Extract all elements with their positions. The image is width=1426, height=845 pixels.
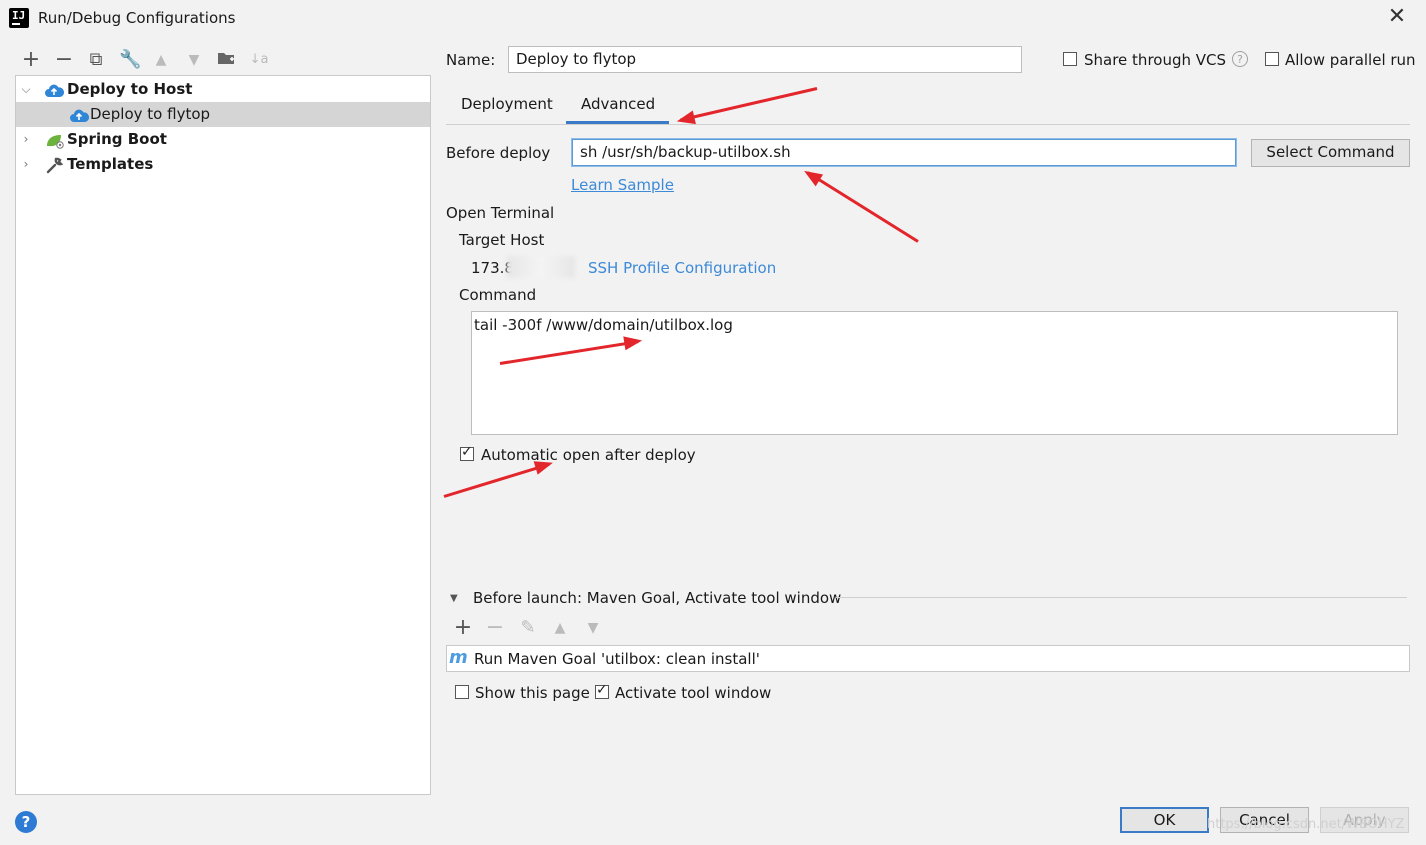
remove-icon[interactable]: − xyxy=(54,49,74,71)
remove-task-icon[interactable]: − xyxy=(485,617,505,639)
edit-task-icon[interactable]: ✎ xyxy=(518,618,538,638)
learn-sample-link[interactable]: Learn Sample xyxy=(571,176,674,194)
tab-deployment[interactable]: Deployment xyxy=(461,95,553,113)
tree-item-spring-boot[interactable]: › Spring Boot xyxy=(16,127,430,152)
tree-item-label: Deploy to flytop xyxy=(90,105,211,123)
list-item[interactable]: m Run Maven Goal 'utilbox: clean install… xyxy=(449,645,1413,672)
watermark: https://blog.csdn.net/WBOHYZ xyxy=(1207,817,1405,832)
maven-icon: m xyxy=(449,647,468,668)
copy-icon[interactable]: ⧉ xyxy=(86,50,106,70)
window-title: Run/Debug Configurations xyxy=(38,9,236,27)
wrench-icon[interactable]: 🔧 xyxy=(119,50,141,70)
move-task-down-icon[interactable]: ▼ xyxy=(583,618,603,638)
activate-tool-window-label[interactable]: Activate tool window xyxy=(615,684,771,702)
auto-open-checkbox[interactable] xyxy=(460,444,474,461)
allow-parallel-label[interactable]: Allow parallel run xyxy=(1285,51,1416,69)
show-page-label[interactable]: Show this page xyxy=(475,684,590,702)
annotation-arrow xyxy=(806,171,919,243)
wrench-icon xyxy=(46,156,64,182)
share-vcs-checkbox[interactable] xyxy=(1063,52,1077,66)
target-host-label: Target Host xyxy=(459,231,545,249)
share-vcs-label[interactable]: Share through VCS xyxy=(1084,51,1226,69)
folder-add-icon[interactable] xyxy=(216,50,236,70)
add-icon[interactable]: + xyxy=(21,49,41,71)
name-label: Name: xyxy=(446,51,496,69)
move-up-icon[interactable]: ▲ xyxy=(151,50,171,70)
intellij-app-icon: IJ xyxy=(7,6,31,30)
ssh-profile-link[interactable]: SSH Profile Configuration xyxy=(588,259,776,277)
help-icon[interactable]: ? xyxy=(15,811,37,833)
tree-item-label: Templates xyxy=(67,155,154,173)
redacted-host-mask xyxy=(507,256,575,278)
maven-task-label: Run Maven Goal 'utilbox: clean install' xyxy=(474,650,760,668)
command-label: Command xyxy=(459,286,537,304)
configuration-tree[interactable]: ⌵ Deploy to Host Deploy to flytop › Spri… xyxy=(15,75,431,795)
name-input[interactable]: Deploy to flytop xyxy=(508,46,1022,73)
select-command-button[interactable]: Select Command xyxy=(1251,139,1410,167)
auto-open-label[interactable]: Automatic open after deploy xyxy=(481,446,696,464)
annotation-arrow xyxy=(680,87,818,122)
close-icon[interactable]: ✕ xyxy=(1386,6,1408,28)
tree-item-label: Spring Boot xyxy=(67,130,167,148)
move-task-up-icon[interactable]: ▲ xyxy=(550,618,570,638)
before-deploy-input[interactable]: sh /usr/sh/backup-utilbox.sh xyxy=(572,139,1236,166)
add-task-icon[interactable]: + xyxy=(453,617,473,639)
sort-icon[interactable]: ↓a xyxy=(249,50,269,70)
chevron-right-icon[interactable]: › xyxy=(20,127,32,152)
before-launch-divider xyxy=(836,597,1407,598)
activate-tool-window-checkbox[interactable] xyxy=(595,682,609,699)
show-page-checkbox[interactable] xyxy=(455,685,469,699)
help-question-icon[interactable]: ? xyxy=(1232,51,1248,67)
allow-parallel-checkbox[interactable] xyxy=(1265,52,1279,66)
tab-divider xyxy=(446,124,1410,125)
move-down-icon[interactable]: ▼ xyxy=(184,50,204,70)
tree-item-templates[interactable]: › Templates xyxy=(16,152,430,177)
ok-button[interactable]: OK xyxy=(1120,807,1209,833)
chevron-down-icon[interactable]: ⌵ xyxy=(20,77,32,102)
annotation-arrow xyxy=(443,462,550,498)
before-deploy-label: Before deploy xyxy=(446,144,551,162)
before-launch-header[interactable]: Before launch: Maven Goal, Activate tool… xyxy=(473,589,841,607)
collapse-triangle-icon[interactable]: ▼ xyxy=(450,593,458,604)
tree-item-deploy-to-host[interactable]: ⌵ Deploy to Host xyxy=(16,77,430,102)
tab-advanced[interactable]: Advanced xyxy=(581,95,655,113)
tree-item-label: Deploy to Host xyxy=(67,80,193,98)
command-textarea[interactable]: tail -300f /www/domain/utilbox.log xyxy=(471,311,1398,435)
chevron-right-icon[interactable]: › xyxy=(20,152,32,177)
tree-item-deploy-to-flytop[interactable]: Deploy to flytop xyxy=(16,102,430,127)
open-terminal-label: Open Terminal xyxy=(446,204,555,222)
